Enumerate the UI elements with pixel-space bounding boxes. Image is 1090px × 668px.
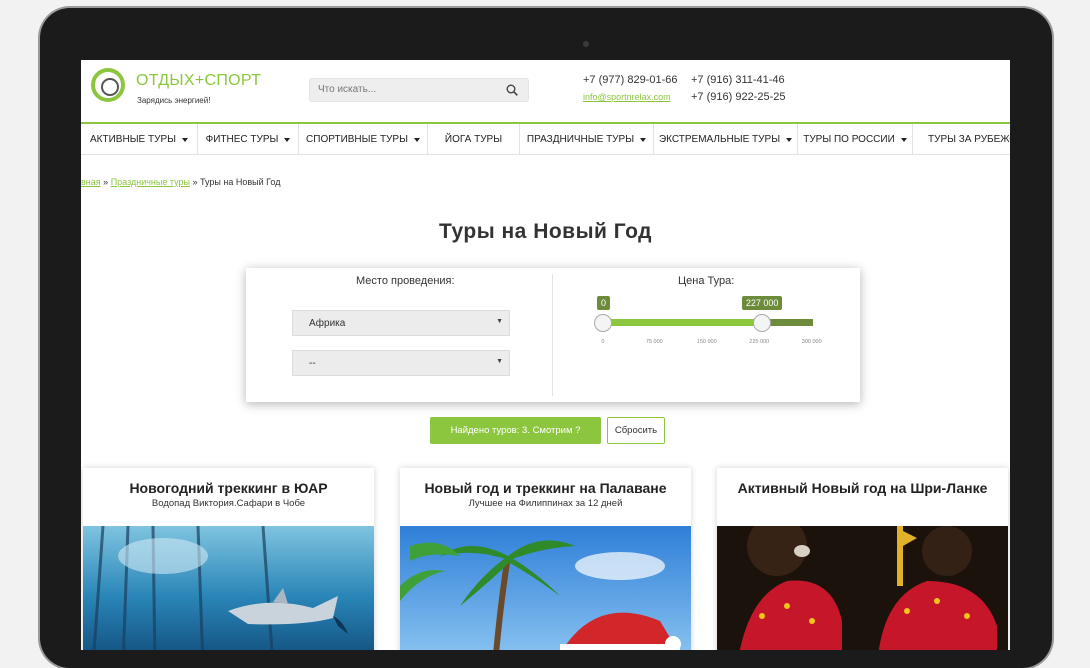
nav-item-russia-tours[interactable]: ТУРЫ ПО РОССИИ <box>798 124 913 155</box>
nav-item-label: ТУРЫ ЗА РУБЕЖОМ <box>928 134 1010 145</box>
search-placeholder: Что искать... <box>318 84 377 95</box>
caret-down-icon <box>413 137 420 142</box>
tour-card[interactable]: Активный Новый год на Шри-Ланке <box>717 468 1008 650</box>
price-scale-tick: 0 <box>601 339 605 345</box>
tour-card-image-festival[interactable] <box>717 526 1008 650</box>
price-min-handle[interactable] <box>594 314 612 332</box>
tour-card-subtitle: Водопад Виктория.Сафари в Чобе <box>151 498 306 509</box>
price-label: Цена Тура: <box>678 275 735 287</box>
nav-item-active-tours[interactable]: АКТИВНЫЕ ТУРЫ <box>81 124 198 155</box>
location-label: Место проведения: <box>356 275 455 287</box>
caret-down-icon <box>786 137 793 142</box>
phone-2[interactable]: +7 (916) 311-41-46 <box>691 72 785 89</box>
breadcrumb-separator: » <box>192 177 198 187</box>
location-select-value: Африка <box>309 318 346 329</box>
logo-tagline: Зарядись энергией! <box>137 96 211 105</box>
breadcrumb-home-link[interactable]: вная <box>81 177 101 187</box>
tour-card-image-underwater[interactable] <box>83 526 374 650</box>
caret-down-icon <box>900 137 907 142</box>
contacts-right: +7 (916) 311-41-46 +7 (916) 922-25-25 <box>691 72 785 106</box>
price-scale-tick: 75 000 <box>645 339 663 345</box>
nav-item-label: ЭКСТРЕМАЛЬНЫЕ ТУРЫ <box>658 134 781 145</box>
tour-card-title[interactable]: Активный Новый год на Шри-Ланке <box>717 480 1008 496</box>
nav-item-abroad-tours[interactable]: ТУРЫ ЗА РУБЕЖОМ <box>913 124 1010 155</box>
contacts-left: +7 (977) 829-01-66 info@sportnrelax.com <box>583 72 677 106</box>
caret-down-icon <box>181 137 188 142</box>
nav-item-label: ПРАЗДНИЧНЫЕ ТУРЫ <box>526 134 635 145</box>
breadcrumb: вная » Праздничные туры » Туры на Новый … <box>81 177 281 187</box>
price-min-bubble: 0 <box>597 296 611 310</box>
nav-item-label: ЙОГА ТУРЫ <box>444 134 503 145</box>
nav-item-yoga-tours[interactable]: ЙОГА ТУРЫ <box>428 124 520 155</box>
price-max-bubble: 227 000 <box>741 296 783 310</box>
tour-card[interactable]: Новогодний треккинг в ЮАР Водопад Виктор… <box>83 468 374 650</box>
email-link[interactable]: info@sportnrelax.com <box>583 89 677 106</box>
sublocation-select-value: -- <box>309 358 316 369</box>
nav-item-label: СПОРТИВНЫЕ ТУРЫ <box>306 134 408 145</box>
tour-filter-panel: Место проведения: Африка ▼ -- ▼ Цена Тур… <box>246 268 860 402</box>
webcam-dot <box>583 41 589 47</box>
location-select[interactable]: Африка ▼ <box>292 310 510 336</box>
show-results-button[interactable]: Найдено туров: 3. Смотрим ? <box>430 417 601 444</box>
nav-item-label: АКТИВНЫЕ ТУРЫ <box>90 134 176 145</box>
phone-1[interactable]: +7 (977) 829-01-66 <box>583 72 677 89</box>
sublocation-select[interactable]: -- ▼ <box>292 350 510 376</box>
breadcrumb-current: Туры на Новый Год <box>200 177 281 187</box>
tour-card-subtitle: Лучшее на Филиппинах за 12 дней <box>468 498 623 509</box>
phone-3[interactable]: +7 (916) 922-25-25 <box>691 89 785 106</box>
caret-down-icon <box>284 137 291 142</box>
tour-card[interactable]: Новый год и треккинг на Палаване Лучшее … <box>400 468 691 650</box>
caret-down-icon <box>640 137 647 142</box>
search-icon[interactable] <box>506 84 518 96</box>
price-scale-tick: 225 000 <box>749 339 770 345</box>
nav-item-holiday-tours[interactable]: ПРАЗДНИЧНЫЕ ТУРЫ <box>520 124 654 155</box>
page-title: Туры на Новый Год <box>438 220 653 243</box>
price-scale-tick: 300 000 <box>801 339 822 345</box>
price-max-handle[interactable] <box>752 314 771 332</box>
main-nav: АКТИВНЫЕ ТУРЫ ФИТНЕС ТУРЫ СПОРТИВНЫЕ ТУР… <box>81 122 1010 155</box>
search-input[interactable]: Что искать... <box>309 78 529 102</box>
breadcrumb-separator: » <box>103 177 109 187</box>
price-range-selected <box>603 319 762 326</box>
nav-item-label: ФИТНЕС ТУРЫ <box>205 134 279 145</box>
nav-item-extreme-tours[interactable]: ЭКСТРЕМАЛЬНЫЕ ТУРЫ <box>654 124 798 155</box>
chevron-down-icon: ▼ <box>496 318 503 325</box>
nav-item-fitness-tours[interactable]: ФИТНЕС ТУРЫ <box>198 124 299 155</box>
nav-item-sport-tours[interactable]: СПОРТИВНЫЕ ТУРЫ <box>299 124 428 155</box>
breadcrumb-section-link[interactable]: Праздничные туры <box>111 177 190 187</box>
logo-emblem-icon <box>91 68 125 102</box>
chevron-down-icon: ▼ <box>496 358 503 365</box>
browser-viewport: ОТДЫХ+СПОРТ Зарядись энергией! Что искат… <box>81 60 1010 650</box>
tour-card-title[interactable]: Новогодний треккинг в ЮАР <box>83 480 374 496</box>
panel-divider <box>552 274 553 396</box>
tour-card-title[interactable]: Новый год и треккинг на Палаване <box>400 480 691 496</box>
price-scale-tick: 150 000 <box>696 339 717 345</box>
site-logo[interactable]: ОТДЫХ+СПОРТ Зарядись энергией! <box>91 68 261 112</box>
tour-card-image-palms[interactable] <box>400 526 691 650</box>
nav-item-label: ТУРЫ ПО РОССИИ <box>803 134 895 145</box>
reset-filter-button[interactable]: Сбросить <box>607 417 665 444</box>
logo-title: ОТДЫХ+СПОРТ <box>136 72 262 89</box>
